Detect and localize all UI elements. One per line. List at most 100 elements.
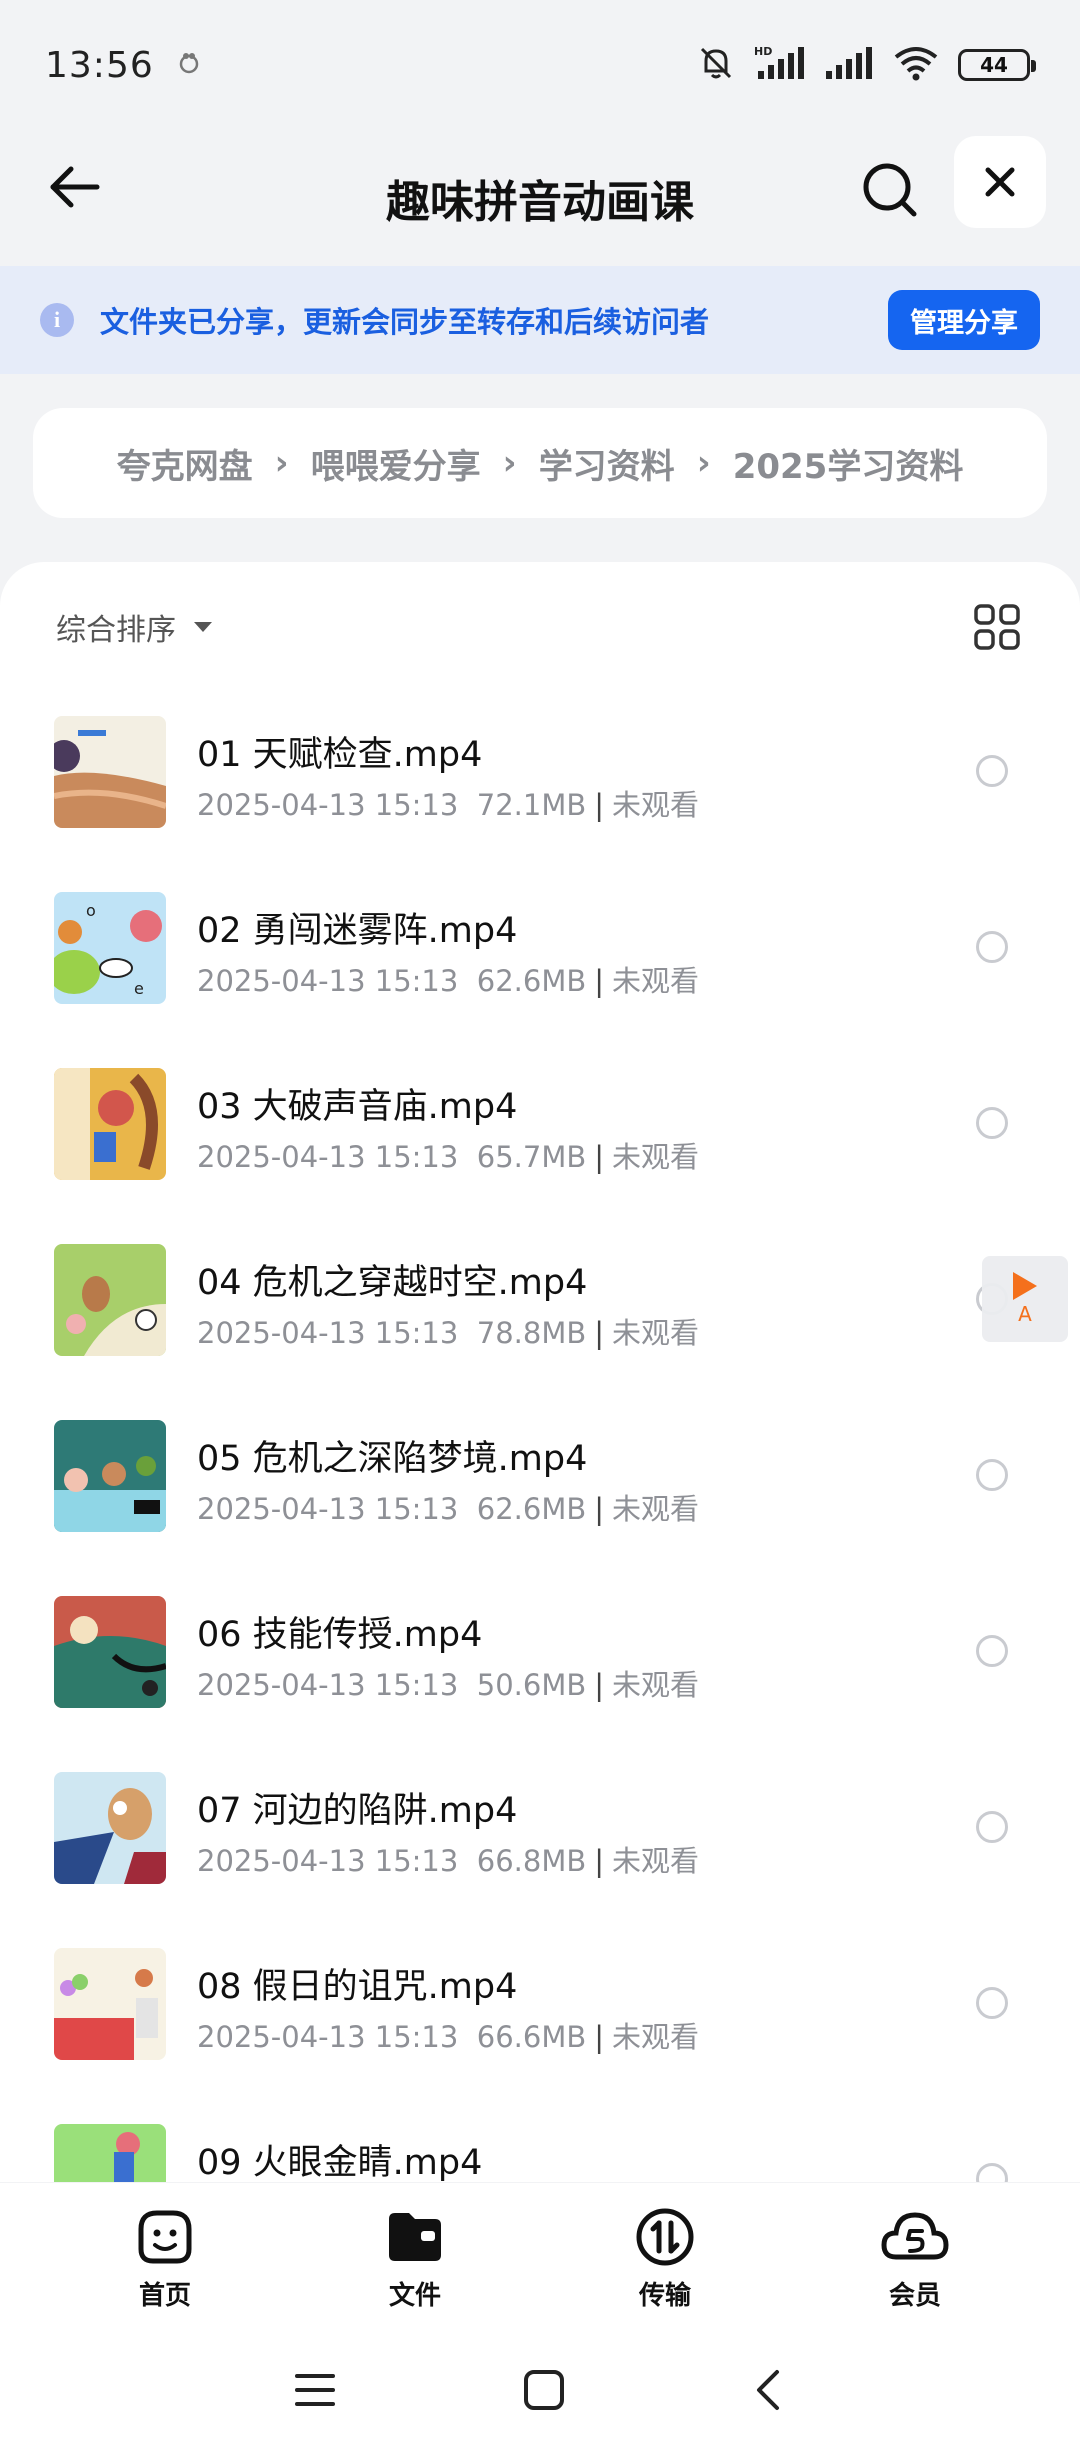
select-checkbox[interactable] (976, 1811, 1008, 1843)
caret-down-icon (194, 622, 212, 632)
member-cloud-icon (881, 2212, 949, 2260)
video-thumbnail: oe (54, 892, 166, 1004)
video-thumbnail (54, 1420, 166, 1532)
close-icon (985, 167, 1015, 197)
file-name: 04 危机之穿越时空.mp4 (197, 1263, 588, 1303)
breadcrumb-item-share[interactable]: 喂喂爱分享 (311, 439, 481, 488)
breadcrumb-item-root[interactable]: 夸克网盘 (117, 439, 253, 488)
sort-dropdown[interactable]: 综合排序 (56, 605, 176, 649)
nav-item-member[interactable]: 会员 (790, 2183, 1040, 2323)
nav-item-home[interactable]: 首页 (40, 2183, 290, 2323)
file-row[interactable]: 05 危机之深陷梦境.mp4 2025-04-13 15:13 62.6MB | 未… (0, 1390, 1080, 1566)
app-notification-icon (176, 50, 202, 80)
manage-share-button[interactable]: 管理分享 (888, 290, 1040, 350)
breadcrumb-item-2025[interactable]: 2025学习资料 (733, 439, 964, 488)
file-row[interactable]: 01 天赋检查.mp4 2025-04-13 15:13 72.1MB | 未观看 (0, 686, 1080, 862)
share-info-banner: i 文件夹已分享，更新会同步至转存和后续访问者 管理分享 (0, 266, 1080, 374)
search-icon (863, 163, 917, 217)
video-thumbnail (54, 1068, 166, 1180)
video-thumbnail (54, 716, 166, 828)
signal-icon (824, 43, 874, 87)
grid-view-button[interactable] (972, 602, 1022, 652)
select-checkbox[interactable] (976, 1987, 1008, 2019)
banner-text: 文件夹已分享，更新会同步至转存和后续访问者 (100, 305, 710, 339)
file-list-card: 综合排序 01 天赋检查.mp4 2025-04-13 15:13 72.1MB… (0, 562, 1080, 2182)
select-checkbox[interactable] (976, 1635, 1008, 1667)
page-title: 趣味拼音动画课 (386, 176, 694, 228)
header: 趣味拼音动画课 (0, 130, 1080, 265)
nav-item-files[interactable]: 文件 (290, 2183, 540, 2323)
file-meta: 2025-04-13 15:13 62.6MB | 未观看 (197, 1492, 700, 1526)
svg-text:HD: HD (754, 45, 772, 58)
battery-indicator: 44 (958, 49, 1036, 81)
file-row[interactable]: oe 02 勇闯迷雾阵.mp4 2025-04-13 15:13 62.6MB |… (0, 862, 1080, 1038)
close-button[interactable] (954, 136, 1046, 228)
info-icon: i (40, 303, 74, 337)
nav-label: 文件 (388, 2281, 441, 2311)
file-list: 01 天赋检查.mp4 2025-04-13 15:13 72.1MB | 未观看 … (0, 686, 1080, 2182)
file-row[interactable]: 09 火眼金睛.mp4 (0, 2094, 1080, 2182)
select-checkbox[interactable] (976, 755, 1008, 787)
file-meta: 2025-04-13 15:13 65.7MB | 未观看 (197, 1140, 700, 1174)
file-name: 03 大破声音庙.mp4 (197, 1087, 518, 1127)
floating-player-button[interactable]: A (982, 1256, 1068, 1342)
file-name: 01 天赋检查.mp4 (197, 735, 483, 775)
transfer-icon (636, 2208, 694, 2266)
video-thumbnail (54, 1596, 166, 1708)
menu-icon[interactable] (293, 2370, 337, 2414)
video-thumbnail (54, 1948, 166, 2060)
file-meta: 2025-04-13 15:13 66.8MB | 未观看 (197, 1844, 700, 1878)
video-thumbnail (54, 1772, 166, 1884)
file-meta: 2025-04-13 15:13 50.6MB | 未观看 (197, 1668, 700, 1702)
grid-icon (974, 604, 1020, 650)
folder-icon (389, 2213, 441, 2261)
bottom-nav: 首页 文件 传输 会员 (0, 2183, 1080, 2323)
select-checkbox[interactable] (976, 2163, 1008, 2182)
play-icon (1013, 1272, 1037, 1300)
file-row[interactable]: 04 危机之穿越时空.mp4 2025-04-13 15:13 78.8MB | 未… (0, 1214, 1080, 1390)
file-name: 09 火眼金睛.mp4 (197, 2143, 483, 2182)
select-checkbox[interactable] (976, 931, 1008, 963)
breadcrumb: 夸克网盘 › 喂喂爱分享 › 学习资料 › 2025学习资料 (33, 408, 1047, 518)
file-meta: 2025-04-13 15:13 66.6MB | 未观看 (197, 2020, 700, 2054)
chevron-right-icon: › (696, 443, 711, 483)
file-row[interactable]: 08 假日的诅咒.mp4 2025-04-13 15:13 66.6MB | 未观看 (0, 1918, 1080, 2094)
file-meta: 2025-04-13 15:13 78.8MB | 未观看 (197, 1316, 700, 1350)
sort-row: 综合排序 (0, 562, 1080, 692)
wifi-icon (892, 43, 940, 87)
smiley-home-icon (138, 2210, 192, 2264)
file-name: 06 技能传授.mp4 (197, 1615, 483, 1655)
nav-item-transfer[interactable]: 传输 (540, 2183, 790, 2323)
system-nav-bar (0, 2323, 1080, 2460)
status-time: 13:56 (45, 44, 154, 86)
nav-label: 传输 (638, 2281, 691, 2311)
file-meta: 2025-04-13 15:13 72.1MB | 未观看 (197, 788, 700, 822)
hd-signal-icon: HD (754, 43, 806, 87)
file-name: 08 假日的诅咒.mp4 (197, 1967, 518, 2007)
file-row[interactable]: 06 技能传授.mp4 2025-04-13 15:13 50.6MB | 未观看 (0, 1566, 1080, 1742)
arrow-left-icon (50, 166, 100, 208)
video-thumbnail (54, 1244, 166, 1356)
silent-bell-icon (696, 43, 736, 87)
back-button[interactable] (40, 152, 110, 222)
nav-label: 首页 (138, 2281, 191, 2311)
file-name: 07 河边的陷阱.mp4 (197, 1791, 518, 1831)
svg-text:o: o (86, 901, 96, 920)
nav-label: 会员 (888, 2281, 941, 2311)
floating-player-label: A (1018, 1302, 1032, 1326)
file-row[interactable]: 03 大破声音庙.mp4 2025-04-13 15:13 65.7MB | 未观看 (0, 1038, 1080, 1214)
file-meta: 2025-04-13 15:13 62.6MB | 未观看 (197, 964, 700, 998)
home-square-icon[interactable] (522, 2368, 566, 2416)
file-name: 02 勇闯迷雾阵.mp4 (197, 911, 518, 951)
status-bar: 13:56 HD 44 (0, 0, 1080, 130)
select-checkbox[interactable] (976, 1459, 1008, 1491)
breadcrumb-item-study[interactable]: 学习资料 (539, 439, 675, 488)
file-name: 05 危机之深陷梦境.mp4 (197, 1439, 588, 1479)
video-thumbnail (54, 2124, 166, 2182)
chevron-right-icon: › (274, 443, 289, 483)
search-button[interactable] (850, 150, 930, 230)
file-row[interactable]: 07 河边的陷阱.mp4 2025-04-13 15:13 66.8MB | 未观看 (0, 1742, 1080, 1918)
svg-text:e: e (134, 979, 144, 998)
back-chevron-icon[interactable] (751, 2368, 787, 2416)
select-checkbox[interactable] (976, 1107, 1008, 1139)
